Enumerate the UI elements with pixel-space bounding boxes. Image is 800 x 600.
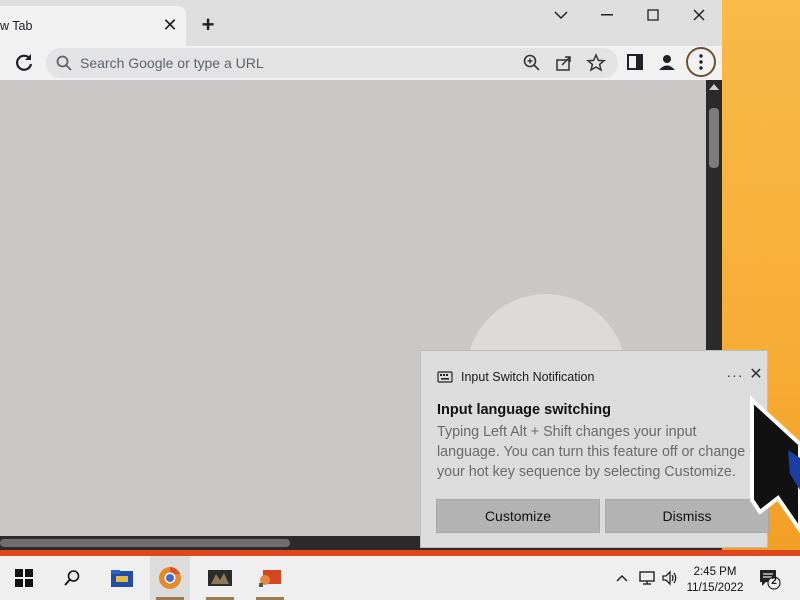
notification-count-badge: 2 [771,576,777,587]
taskbar-search-button[interactable] [52,556,92,600]
reload-icon [16,54,33,71]
tab-search-button[interactable] [543,4,579,26]
keyboard-icon [437,371,453,383]
windows-logo-icon [15,569,33,587]
notification-heading: Input language switching [437,402,611,418]
maximize-button[interactable] [635,4,671,26]
show-hidden-icons-button[interactable] [612,568,632,588]
scroll-up-arrow-icon[interactable] [709,84,719,90]
notification-app-name: Input Switch Notification [461,370,595,384]
horizontal-scroll-thumb[interactable] [0,539,290,547]
volume-button[interactable] [660,568,680,588]
omnibox[interactable]: Search Google or type a URL [46,48,618,78]
notification-more-icon[interactable]: ··· [725,367,745,385]
more-vertical-icon [699,54,703,70]
presentation-icon [259,570,281,587]
zoom-icon[interactable] [522,53,542,73]
profile-icon[interactable] [656,51,678,73]
bookmark-star-icon[interactable] [586,53,606,73]
browser-toolbar: Search Google or type a URL [0,46,722,80]
volume-icon [662,570,677,586]
clock-date: 11/15/2022 [686,582,744,594]
minimize-icon [601,14,613,16]
new-tab-button[interactable]: + [197,14,219,36]
clock[interactable]: 2:45 PM 11/15/2022 [680,564,750,596]
share-icon[interactable] [554,53,574,73]
mouse-cursor-icon [750,395,800,534]
tab-strip: w Tab ✕ + [0,0,722,46]
browser-menu-button[interactable] [686,47,716,77]
reload-button[interactable] [12,51,36,75]
folder-icon [111,570,133,587]
start-button[interactable] [4,556,44,600]
chrome-button[interactable] [150,556,190,600]
taskbar-app-2[interactable] [250,556,290,600]
notification-body: Typing Left Alt + Shift changes your inp… [437,424,746,480]
network-button[interactable] [637,568,657,588]
tab-new-tab[interactable]: w Tab ✕ [0,6,186,46]
action-center-button[interactable]: 2 [758,567,784,591]
tab-title: w Tab [0,19,33,33]
vertical-scroll-thumb[interactable] [709,108,719,168]
close-icon [693,9,705,21]
chevron-down-icon [554,11,568,20]
minimize-button[interactable] [589,4,625,26]
app-window-icon [208,570,232,586]
taskbar: 2:45 PM 11/15/2022 2 [0,556,800,600]
taskbar-app-1[interactable] [200,556,240,600]
omnibox-input[interactable]: Search Google or type a URL [80,55,264,71]
maximize-icon [647,9,659,21]
clock-time: 2:45 PM [693,566,737,578]
search-icon [64,570,80,586]
side-panel-icon[interactable] [624,51,646,73]
file-explorer-button[interactable] [102,556,142,600]
close-window-button[interactable] [681,4,717,26]
customize-button[interactable]: Customize [436,499,600,533]
chevron-up-icon [616,574,628,582]
network-icon [639,571,655,585]
input-switch-notification: Input Switch Notification ··· ✕ Input la… [420,350,769,548]
search-icon [56,55,72,71]
chrome-icon [159,567,181,589]
tab-close-icon[interactable]: ✕ [160,15,180,35]
